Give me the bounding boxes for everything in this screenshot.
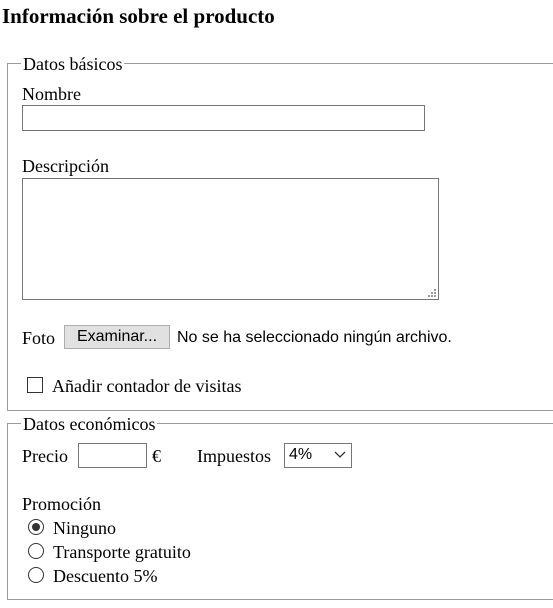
promotion-radio-none[interactable] (28, 519, 44, 535)
name-label: Nombre (22, 84, 81, 104)
description-label: Descripción (22, 156, 109, 176)
browse-file-button[interactable]: Examinar... (64, 325, 170, 349)
currency-symbol: € (152, 446, 161, 466)
basic-data-legend: Datos básicos (21, 54, 125, 74)
price-label: Precio (22, 446, 68, 466)
promotion-option-none[interactable]: Ninguno (53, 518, 116, 538)
resize-grip-icon[interactable] (426, 287, 436, 297)
description-textarea[interactable] (22, 178, 439, 300)
tax-label: Impuestos (197, 446, 271, 466)
promotion-option-free-shipping[interactable]: Transporte gratuito (53, 542, 191, 562)
file-status-text: No se ha seleccionado ningún archivo. (177, 329, 452, 346)
price-input[interactable] (78, 443, 147, 468)
chevron-down-icon (334, 451, 346, 458)
promotion-option-discount[interactable]: Descuento 5% (53, 566, 157, 586)
name-input[interactable] (22, 105, 425, 131)
photo-label: Foto (22, 328, 56, 348)
economic-data-legend: Datos económicos (21, 414, 158, 434)
tax-select-value: 4% (289, 446, 313, 463)
tax-select[interactable]: 4% (284, 443, 352, 468)
promotion-radio-free-shipping[interactable] (28, 543, 44, 559)
promotion-label: Promoción (22, 494, 101, 514)
visit-counter-label[interactable]: Añadir contador de visitas (52, 376, 241, 396)
promotion-radio-discount[interactable] (28, 567, 44, 583)
visit-counter-checkbox[interactable] (27, 377, 43, 393)
page-title: Información sobre el producto (2, 4, 275, 28)
